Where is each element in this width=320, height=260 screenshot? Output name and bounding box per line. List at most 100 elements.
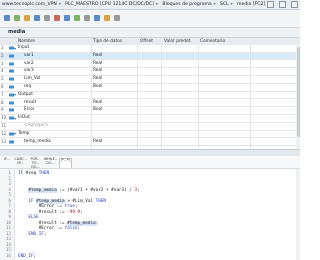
data-type-cell[interactable]: Real — [93, 61, 102, 66]
code-line[interactable]: IF #temp_media > #Lim_Val THEN — [18, 198, 106, 204]
interface-row[interactable]: 9 Error Bool — [0, 107, 300, 115]
column-comment[interactable]: Comentario — [200, 39, 225, 44]
toolbar-button-icon[interactable] — [4, 15, 10, 21]
variable-name: Error — [24, 107, 35, 113]
toolbar-button-icon[interactable] — [54, 15, 60, 21]
code-line[interactable]: #temp_media := (#var1 + #var2 + #var3) /… — [18, 187, 140, 193]
row-number: 5 — [1, 76, 4, 82]
code-line[interactable]: END_IF; — [18, 254, 36, 259]
insert-comment-button[interactable]: (*...*) — [59, 158, 72, 168]
interface-scrollbar-thumb[interactable] — [296, 47, 300, 137]
data-type-cell[interactable]: Bool — [93, 84, 102, 89]
breadcrumb-item-project[interactable]: www.tecnoplc.com_VPN — [2, 2, 57, 7]
toolbar-button-icon[interactable] — [114, 15, 120, 21]
code-line[interactable]: #result := -99.9; — [18, 210, 83, 215]
code-line[interactable]: IF #req THEN — [18, 171, 49, 176]
data-type-cell[interactable]: Real — [93, 68, 102, 73]
breadcrumb-item-program-blocks[interactable]: Bloques de programa — [162, 2, 211, 7]
column-divider — [91, 44, 92, 149]
data-type-cell[interactable]: Real — [93, 139, 102, 144]
toolbar-button-icon[interactable] — [84, 15, 90, 21]
row-number: 8 — [1, 99, 4, 105]
variable-name: result — [24, 99, 37, 105]
interface-row[interactable]: 13 temp_media Real — [0, 139, 300, 147]
interface-marker-icon — [9, 69, 14, 73]
variable-name: temp_media — [24, 138, 51, 144]
row-number: 7 — [1, 91, 4, 97]
interface-row[interactable]: 7 ▾ Output — [0, 91, 300, 100]
data-type-cell[interactable]: Real — [93, 53, 102, 58]
toolbar-button-icon[interactable] — [34, 15, 40, 21]
interface-row[interactable]: 6 req Bool — [0, 84, 300, 92]
line-number: 11 — [5, 226, 11, 231]
data-type-cell[interactable]: Bool — [93, 107, 102, 112]
interface-marker-icon — [9, 85, 14, 89]
row-number: 2 — [1, 52, 4, 58]
interface-row[interactable]: 11 <Agregar> — [0, 123, 300, 131]
toolbar-button-icon[interactable] — [24, 15, 30, 21]
row-number: 10 — [1, 115, 7, 121]
code-line[interactable]: ELSE — [18, 215, 38, 220]
toolbar-button-icon[interactable] — [74, 15, 80, 21]
interface-marker-icon — [9, 108, 14, 112]
data-type-cell[interactable]: Real — [93, 100, 102, 105]
code-scrollbar[interactable] — [296, 169, 300, 260]
window-controls — [265, 1, 298, 8]
code-line[interactable]: END_IF; — [18, 232, 46, 237]
insert-case-button[interactable]: CASE... OF... — [14, 157, 27, 166]
code-line[interactable]: #Error := false; — [18, 226, 80, 231]
toolbar-button-icon[interactable] — [14, 15, 20, 21]
scl-instruction-bar: IF... CASE... OF... FOR... TO... DO... W… — [0, 156, 300, 169]
row-number: 1 — [1, 45, 4, 50]
row-number: 13 — [1, 138, 7, 144]
collapse-icon[interactable]: ▾ — [14, 46, 16, 51]
breadcrumb-item-plc[interactable]: PLC_MAESTRO [CPU 1214C DC/DC/DC] — [65, 2, 154, 7]
collapse-icon[interactable]: ▾ — [14, 116, 16, 121]
column-offset[interactable]: Offset — [140, 39, 153, 44]
close-icon[interactable] — [291, 1, 298, 8]
insert-while-button[interactable]: WHILE... DO... — [44, 157, 58, 166]
interface-row[interactable]: 4 var3 Real — [0, 68, 300, 76]
editor-toolbar — [0, 10, 300, 28]
toolbar-button-icon[interactable] — [94, 15, 100, 21]
line-number: 14 — [5, 242, 11, 248]
interface-row[interactable]: 1 ▾ Input — [0, 45, 300, 53]
variable-name: var3 — [24, 68, 34, 74]
breadcrumb-item-block[interactable]: media [FC2] — [237, 2, 265, 7]
interface-marker-icon — [9, 62, 14, 66]
insert-for-button[interactable]: FOR... TO... DO... — [29, 157, 42, 169]
column-divider — [250, 44, 251, 149]
toolbar-button-icon[interactable] — [64, 15, 70, 21]
toolbar-button-icon[interactable] — [104, 15, 110, 21]
column-divider — [198, 44, 199, 149]
interface-row[interactable]: 3 var2 Real — [0, 61, 300, 69]
line-number: 6 — [8, 198, 11, 204]
interface-row[interactable]: 12 ▾ Temp — [0, 130, 300, 139]
line-number: 9 — [8, 215, 11, 220]
scl-code-editor[interactable]: 1 IF #req THEN 2 3 4 #temp_media := (#var1 +… — [0, 169, 300, 260]
breadcrumb-item-scl[interactable]: SCL — [220, 2, 229, 7]
column-divider — [161, 44, 162, 149]
add-placeholder[interactable]: <Agregar> — [24, 123, 48, 128]
collapse-icon[interactable]: ▾ — [14, 131, 16, 136]
insert-if-button[interactable]: IF... — [2, 157, 12, 162]
line-number: 10 — [5, 220, 11, 226]
column-default-value[interactable]: Valor predet. — [164, 39, 192, 44]
row-number: 11 — [1, 123, 7, 128]
interface-row[interactable]: 5 Lim_Val Real — [0, 76, 300, 84]
interface-row[interactable]: 2 var1 Real — [0, 52, 300, 61]
column-name[interactable]: Nombre — [18, 39, 35, 44]
collapse-icon[interactable]: ▾ — [14, 92, 16, 97]
interface-row[interactable]: 10 ▾ InOut — [0, 115, 300, 123]
code-line[interactable]: #result := #temp_media; — [18, 220, 98, 226]
block-title: media — [8, 29, 26, 35]
toolbar-button-icon[interactable] — [44, 15, 50, 21]
maximize-icon[interactable] — [279, 1, 286, 8]
code-line[interactable]: #Error := true; — [18, 204, 78, 209]
minimize-icon[interactable] — [267, 1, 274, 8]
data-type-cell[interactable]: Real — [93, 76, 102, 81]
interface-row[interactable]: 8 result Real — [0, 100, 300, 108]
row-number: 12 — [1, 130, 7, 136]
line-number: 16 — [5, 253, 11, 259]
column-data-type[interactable]: Tipo de datos — [93, 39, 122, 44]
